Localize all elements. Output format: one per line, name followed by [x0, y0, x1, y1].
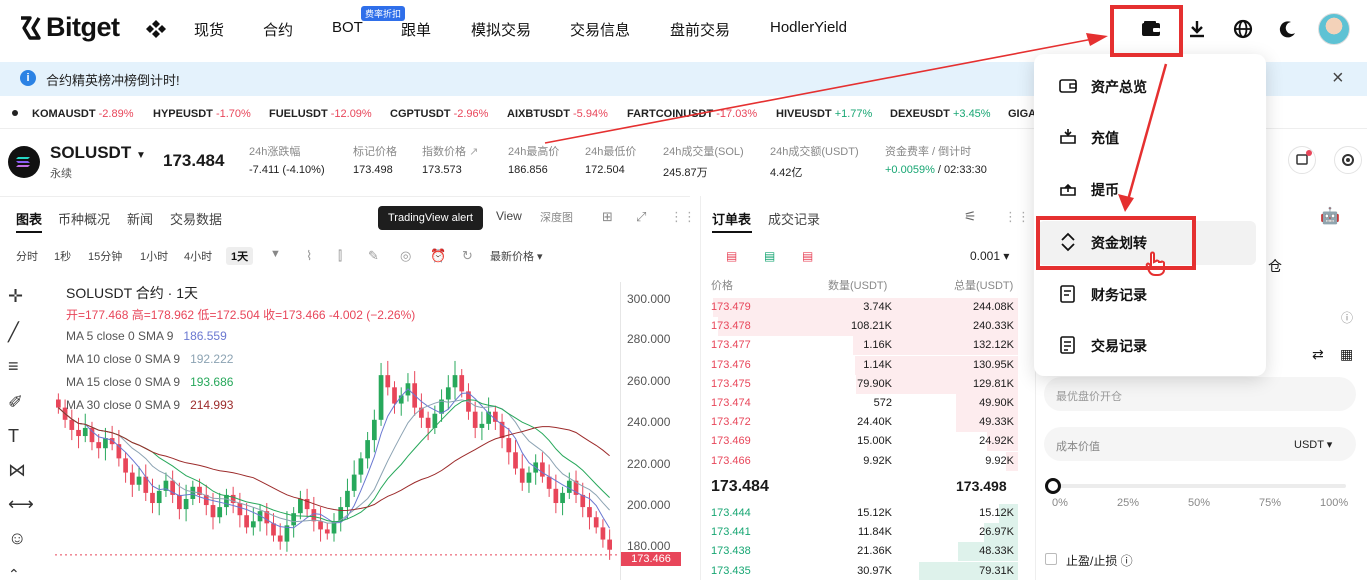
- annotation-arrows: [544, 33, 1168, 212]
